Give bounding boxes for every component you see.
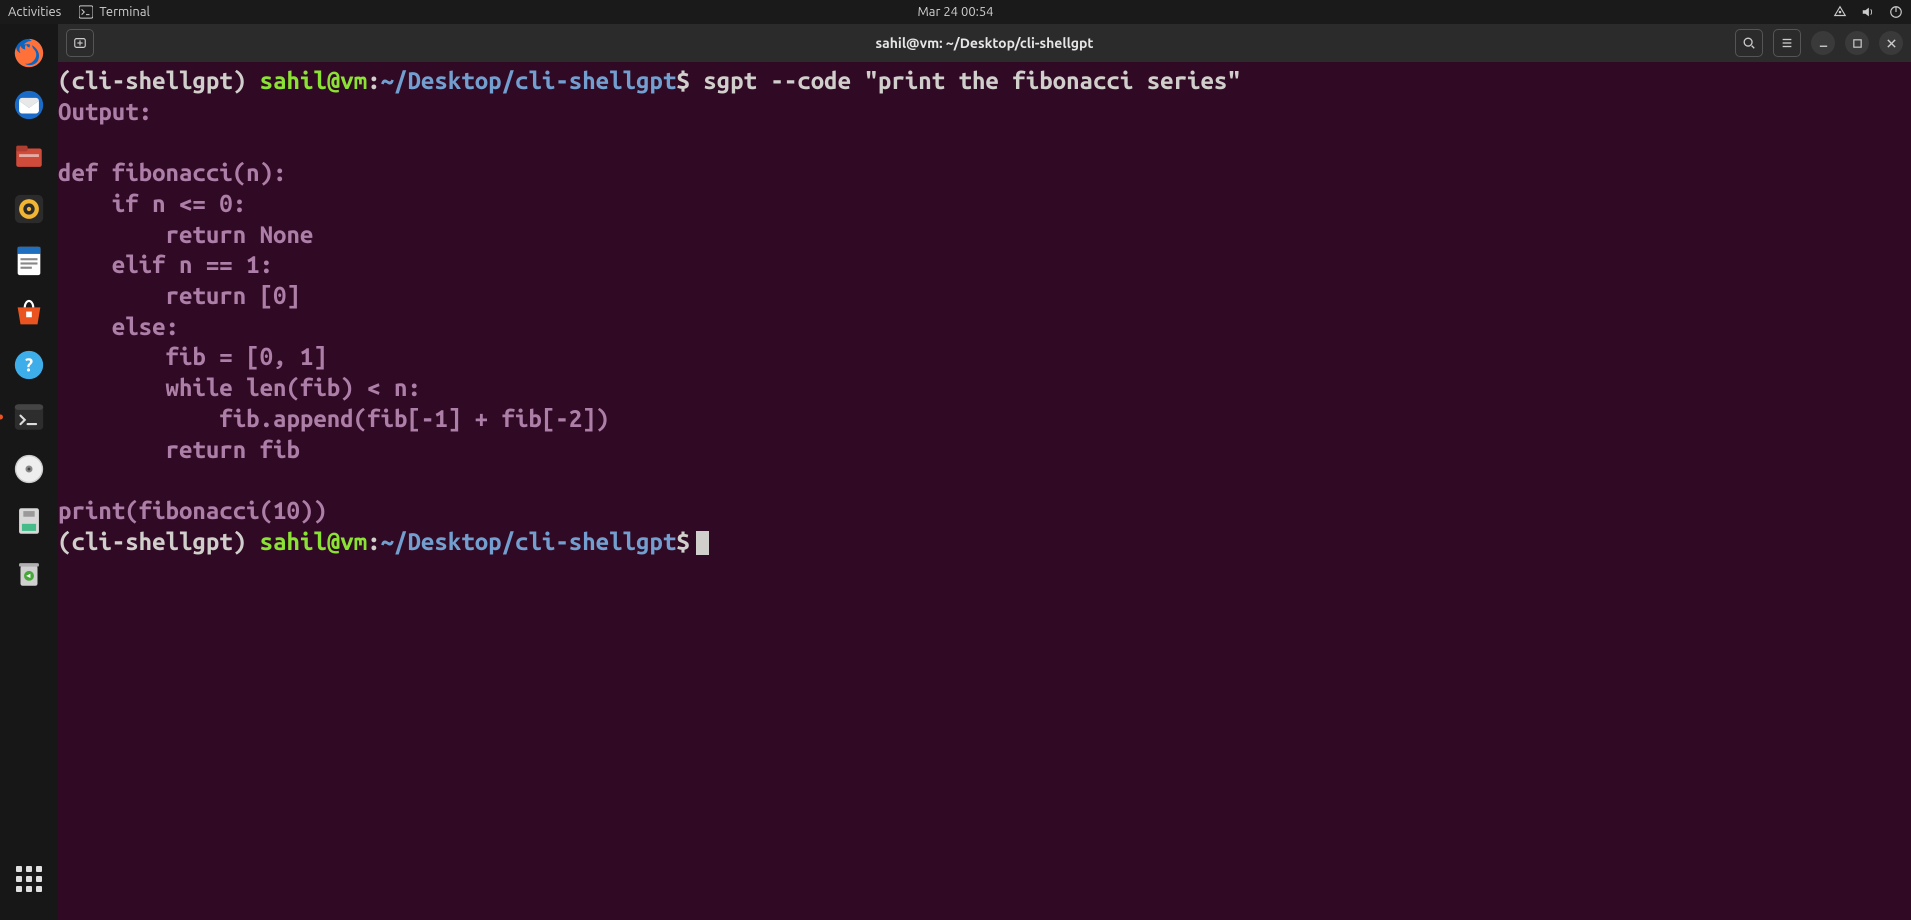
prompt-path: ~/Desktop/cli-shellgpt <box>381 67 677 94</box>
help-icon[interactable]: ? <box>8 344 50 386</box>
ubuntu-dock: ? <box>0 24 58 920</box>
prompt-env: (cli-shellgpt) <box>58 67 246 94</box>
thunderbird-icon[interactable] <box>8 84 50 126</box>
prompt-dollar: $ <box>676 67 689 94</box>
close-button[interactable] <box>1879 31 1903 55</box>
software-icon[interactable] <box>8 292 50 334</box>
terminal-icon[interactable] <box>8 396 50 438</box>
prompt-env-2: (cli-shellgpt) <box>58 528 246 555</box>
minimize-button[interactable] <box>1811 31 1835 55</box>
power-icon[interactable] <box>1889 5 1903 19</box>
clock[interactable]: Mar 24 00:54 <box>917 5 993 19</box>
prompt-colon-2: : <box>367 528 380 555</box>
activities-button[interactable]: Activities <box>8 5 61 19</box>
active-app-label: Terminal <box>99 5 150 19</box>
menu-button[interactable] <box>1773 29 1801 57</box>
active-app-indicator[interactable]: Terminal <box>79 5 150 19</box>
writer-icon[interactable] <box>8 240 50 282</box>
files-icon[interactable] <box>8 136 50 178</box>
maximize-button[interactable] <box>1845 31 1869 55</box>
cursor <box>696 531 709 555</box>
discs-icon[interactable] <box>8 448 50 490</box>
new-tab-button[interactable] <box>66 29 94 57</box>
network-icon[interactable] <box>1833 5 1847 19</box>
command-line-1: sgpt --code "print the fibonacci series" <box>690 67 1241 94</box>
removable-icon[interactable] <box>8 500 50 542</box>
prompt-dollar-2: $ <box>676 528 689 555</box>
search-button[interactable] <box>1735 29 1763 57</box>
trash-icon[interactable] <box>8 552 50 594</box>
prompt-path-2: ~/Desktop/cli-shellgpt <box>381 528 677 555</box>
show-applications-button[interactable] <box>8 858 50 900</box>
output-label: Output: <box>58 98 152 125</box>
apps-grid-icon <box>16 866 42 892</box>
prompt-user: sahil@vm <box>260 67 368 94</box>
terminal-titlebar: sahil@vm: ~/Desktop/cli-shellgpt <box>58 24 1911 62</box>
terminal-indicator-icon <box>79 5 93 19</box>
firefox-icon[interactable] <box>8 32 50 74</box>
gnome-top-bar: Activities Terminal Mar 24 00:54 <box>0 0 1911 24</box>
terminal-body[interactable]: (cli-shellgpt) sahil@vm:~/Desktop/cli-sh… <box>58 62 1911 920</box>
output-code: def fibonacci(n): if n <= 0: return None… <box>58 159 609 524</box>
window-title: sahil@vm: ~/Desktop/cli-shellgpt <box>876 35 1094 51</box>
volume-icon[interactable] <box>1861 5 1875 19</box>
rhythmbox-icon[interactable] <box>8 188 50 230</box>
svg-text:?: ? <box>25 355 33 375</box>
terminal-window: sahil@vm: ~/Desktop/cli-shellgpt (cli-sh… <box>58 24 1911 920</box>
prompt-user-2: sahil@vm <box>260 528 368 555</box>
prompt-colon: : <box>367 67 380 94</box>
